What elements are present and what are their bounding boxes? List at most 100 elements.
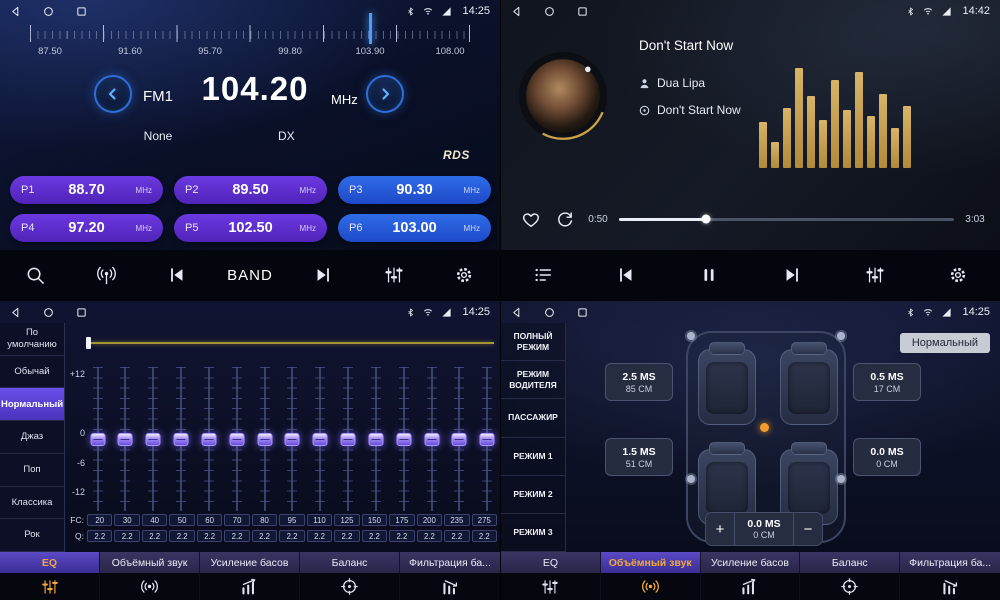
rear-left-delay[interactable]: 1.5 MS 51 CM (605, 438, 673, 476)
sound-profile-button[interactable]: Нормальный (900, 333, 990, 353)
audio-settings-button[interactable] (373, 254, 415, 296)
tab-filter[interactable]: Фильтрация ба... (900, 552, 1000, 600)
eq-band-slider[interactable] (117, 367, 134, 511)
master-level-handle[interactable] (86, 337, 91, 349)
surround-mode-item[interactable]: РЕЖИМ 3 (501, 514, 565, 552)
nav-back-icon[interactable] (511, 6, 522, 17)
eq-band-slider[interactable] (423, 367, 440, 511)
station-search-button[interactable] (14, 254, 56, 296)
preset-unit: MHz (130, 186, 152, 195)
nav-recents-icon[interactable] (76, 307, 87, 318)
eq-preset-item[interactable]: По умолчанию (0, 323, 64, 356)
nav-home-icon[interactable] (43, 307, 54, 318)
eq-band-slider[interactable] (367, 367, 384, 511)
eq-slider-handle[interactable] (229, 433, 244, 446)
eq-slider-handle[interactable] (452, 433, 467, 446)
nav-home-icon[interactable] (544, 6, 555, 17)
audio-settings-button[interactable] (854, 254, 896, 296)
eq-preset-item[interactable]: Поп (0, 454, 64, 487)
tab-bass-boost[interactable]: Усиление басов (200, 552, 300, 600)
band-button[interactable]: BAND (227, 267, 273, 284)
radio-preset-p4[interactable]: P497.20MHz (10, 214, 163, 242)
surround-mode-item[interactable]: ПАССАЖИР (501, 399, 565, 437)
next-track-button[interactable] (771, 254, 813, 296)
eq-slider-handle[interactable] (201, 433, 216, 446)
nav-recents-icon[interactable] (76, 6, 87, 17)
favorite-button[interactable] (519, 207, 543, 231)
eq-band-slider[interactable] (479, 367, 496, 511)
decrease-delay-button[interactable]: − (794, 513, 822, 545)
tab-bass-boost[interactable]: Усиление басов (701, 552, 801, 600)
surround-mode-item[interactable]: ПОЛНЫЙ РЕЖИМ (501, 323, 565, 361)
surround-mode-item[interactable]: РЕЖИМ 1 (501, 438, 565, 476)
eq-slider-handle[interactable] (480, 433, 495, 446)
front-left-delay[interactable]: 2.5 MS 85 CM (605, 363, 673, 401)
nav-back-icon[interactable] (10, 6, 21, 17)
tab-surround[interactable]: Объёмный звук (100, 552, 200, 600)
surround-mode-item[interactable]: РЕЖИМ ВОДИТЕЛЯ (501, 361, 565, 399)
eq-slider-handle[interactable] (285, 433, 300, 446)
eq-slider-handle[interactable] (368, 433, 383, 446)
settings-button[interactable] (937, 254, 979, 296)
eq-slider-handle[interactable] (146, 433, 161, 446)
eq-band-slider[interactable] (89, 367, 106, 511)
nav-back-icon[interactable] (10, 307, 21, 318)
nav-recents-icon[interactable] (577, 307, 588, 318)
settings-button[interactable] (443, 254, 485, 296)
pause-button[interactable] (688, 254, 730, 296)
eq-slider-handle[interactable] (313, 433, 328, 446)
eq-slider-handle[interactable] (118, 433, 133, 446)
tab-eq-sliders[interactable]: EQ (0, 552, 100, 600)
progress-knob[interactable] (702, 215, 711, 224)
scan-stations-button[interactable] (85, 254, 127, 296)
tab-balance[interactable]: Баланс (300, 552, 400, 600)
eq-slider-handle[interactable] (396, 433, 411, 446)
eq-band-slider[interactable] (228, 367, 245, 511)
master-level-slider[interactable] (91, 342, 494, 344)
eq-band-slider[interactable] (284, 367, 301, 511)
surround-mode-item[interactable]: РЕЖИМ 2 (501, 476, 565, 514)
eq-band-slider[interactable] (340, 367, 357, 511)
nav-back-icon[interactable] (511, 307, 522, 318)
radio-preset-p2[interactable]: P289.50MHz (174, 176, 327, 204)
tab-eq-sliders[interactable]: EQ (501, 552, 601, 600)
eq-band-slider[interactable] (312, 367, 329, 511)
progress-bar[interactable] (619, 218, 954, 221)
eq-band-slider[interactable] (451, 367, 468, 511)
eq-slider-handle[interactable] (90, 433, 105, 446)
listening-position-dot[interactable] (760, 423, 769, 432)
eq-band-slider[interactable] (145, 367, 162, 511)
eq-band-slider[interactable] (395, 367, 412, 511)
eq-slider-handle[interactable] (424, 433, 439, 446)
eq-preset-item[interactable]: Нормальный (0, 388, 64, 421)
previous-track-button[interactable] (605, 254, 647, 296)
eq-slider-handle[interactable] (341, 433, 356, 446)
rear-right-delay[interactable]: 0.0 MS 0 CM (853, 438, 921, 476)
radio-preset-p5[interactable]: P5102.50MHz (174, 214, 327, 242)
eq-band-slider[interactable] (173, 367, 190, 511)
radio-preset-p6[interactable]: P6103.00MHz (338, 214, 491, 242)
eq-slider-handle[interactable] (174, 433, 189, 446)
repeat-button[interactable] (553, 207, 577, 231)
previous-station-button[interactable] (156, 254, 198, 296)
front-right-delay[interactable]: 0.5 MS 17 CM (853, 363, 921, 401)
nav-home-icon[interactable] (544, 307, 555, 318)
nav-recents-icon[interactable] (577, 6, 588, 17)
increase-delay-button[interactable]: + (706, 513, 734, 545)
radio-preset-p3[interactable]: P390.30MHz (338, 176, 491, 204)
eq-preset-item[interactable]: Джаз (0, 421, 64, 454)
eq-preset-item[interactable]: Обычай (0, 356, 64, 389)
nav-home-icon[interactable] (43, 6, 54, 17)
playlist-button[interactable] (522, 254, 564, 296)
eq-preset-item[interactable]: Рок (0, 519, 64, 552)
album-art[interactable] (517, 50, 609, 142)
tab-surround[interactable]: Объёмный звук (601, 552, 701, 600)
eq-preset-item[interactable]: Классика (0, 487, 64, 520)
eq-slider-handle[interactable] (257, 433, 272, 446)
tab-balance[interactable]: Баланс (800, 552, 900, 600)
tab-filter[interactable]: Фильтрация ба... (400, 552, 500, 600)
eq-band-slider[interactable] (256, 367, 273, 511)
eq-band-slider[interactable] (200, 367, 217, 511)
radio-preset-p1[interactable]: P188.70MHz (10, 176, 163, 204)
next-station-button[interactable] (302, 254, 344, 296)
